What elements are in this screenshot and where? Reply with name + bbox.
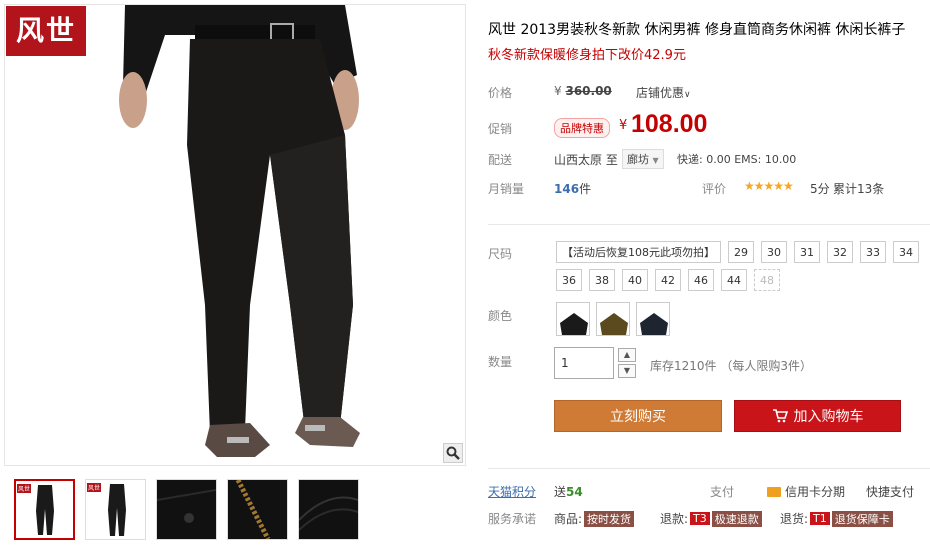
add-to-cart-label: 加入购物车 [793,409,864,425]
size-option[interactable]: 29 [728,241,754,263]
points-prefix: 送 [554,485,567,499]
review-count-link[interactable]: 累计13条 [833,180,884,197]
sales-unit: 件 [579,182,592,196]
quantity-decrease-button[interactable]: ▼ [618,364,636,378]
size-option[interactable]: 42 [655,269,681,291]
service-return-label: 退货: [780,512,809,526]
sales-label: 月销量 [488,182,525,196]
price-label: 价格 [488,86,513,100]
shop-promo-dropdown[interactable]: 店铺优惠∨ [636,84,691,101]
service-refund-tag: 极速退款 [711,510,762,527]
size-option[interactable]: 36 [556,269,582,291]
size-options-row2: 36 38 40 42 46 44 48 [556,269,780,291]
points-value: 送54 [554,483,583,500]
service-return-tag: 退货保障卡 [831,510,893,527]
payment-label: 支付 [710,485,735,499]
divider [488,224,930,225]
size-option[interactable]: 30 [761,241,787,263]
fast-pay[interactable]: 快捷支付 [866,483,914,500]
thumbnail-4[interactable] [227,479,288,540]
shipping-fee: 快递: 0.00 EMS: 10.00 [677,153,797,166]
thumbnail-strip: 风世 风世 [14,479,359,540]
divider [488,468,930,469]
promo-price: 108.00 [631,110,708,138]
product-subtitle: 秋冬新款保暖修身拍下改价42.9元 [488,48,686,63]
tmall-points-link[interactable]: 天猫积分 [488,483,536,500]
points-amount: 54 [566,485,583,499]
size-option[interactable]: 32 [827,241,853,263]
size-option[interactable]: 44 [721,269,747,291]
service-refund-code: T3 [690,512,710,525]
product-gallery: 风世 风世 风世 [0,0,470,551]
size-option[interactable]: 33 [860,241,886,263]
thumbnail-logo: 风世 [87,483,102,492]
thumbnail-3[interactable] [156,479,217,540]
sales-count: 146 [554,182,580,196]
brand-logo: 风世 [6,6,86,56]
thumbnail-2[interactable]: 风世 [85,479,146,540]
pants-image [119,5,360,457]
credit-card-label: 信用卡分期 [785,485,846,499]
size-option-note[interactable]: 【活动后恢复108元此项勿拍】 [556,241,721,263]
original-price: ¥ 360.00 [554,84,612,98]
add-to-cart-button[interactable]: 加入购物车 [734,400,901,432]
size-option[interactable]: 46 [688,269,714,291]
caret-down-icon: ▼ [652,156,659,165]
ship-to-word: 至 [605,153,618,167]
buy-now-button[interactable]: 立刻购买 [554,400,722,432]
service-goods-label: 商品: [554,512,583,526]
cart-icon [772,409,788,423]
original-price-symbol: ¥ [554,84,562,98]
magnifier-icon [446,446,460,460]
promo-badge: 品牌特惠 [554,118,610,138]
zoom-button[interactable] [443,443,463,463]
product-info: 风世 2013男装秋冬新款 休闲男裤 修身直筒商务休闲裤 休闲长裤子 秋冬新款保… [488,0,930,551]
size-option[interactable]: 34 [893,241,919,263]
ship-to-city: 廊坊 [627,153,649,166]
service-return-code: T1 [810,512,830,525]
thumbnail-5[interactable] [298,479,359,540]
service-goods-tag: 按时发货 [584,510,635,527]
monthly-sales: 146件 [554,180,591,197]
promo-price-symbol: ¥ [619,118,628,133]
thumbnail-1[interactable]: 风世 [14,479,75,540]
quantity-input[interactable]: 1 [554,347,614,379]
color-swatch-navy[interactable] [636,302,670,336]
color-label: 颜色 [488,309,513,323]
ship-from-city: 山西太原 [554,153,603,167]
service-refund[interactable]: 退款: T3 极速退款 [660,510,762,527]
size-options-row1: 【活动后恢复108元此项勿拍】 29 30 31 32 33 34 [556,241,919,263]
credit-card-installment[interactable]: 信用卡分期 [767,483,845,500]
credit-card-icon [767,486,781,497]
size-option-disabled: 48 [754,269,780,291]
size-option[interactable]: 31 [794,241,820,263]
stock-info: 库存1210件 （每人限购3件） [650,359,812,373]
rating-score: 5分 [810,182,830,196]
size-option[interactable]: 40 [622,269,648,291]
quantity-label: 数量 [488,355,513,369]
product-title: 风世 2013男装秋冬新款 休闲男裤 修身直筒商务休闲裤 休闲长裤子 [488,22,906,38]
chevron-down-icon: ∨ [684,90,691,100]
shop-promo-label: 店铺优惠 [636,86,685,100]
quantity-increase-button[interactable]: ▲ [618,348,636,362]
size-label: 尺码 [488,247,513,261]
rating-stars-icon: ★★★★★ [744,179,794,193]
original-price-value: 360.00 [565,84,612,98]
ship-from: 山西太原 至 [554,151,618,168]
size-option[interactable]: 38 [589,269,615,291]
service-promise-label: 服务承诺 [488,512,537,526]
thumbnail-logo: 风世 [17,484,32,493]
service-refund-label: 退款: [660,512,689,526]
service-return[interactable]: 退货: T1 退货保障卡 [780,510,893,527]
shipping-label: 配送 [488,153,513,167]
rating-label: 评价 [702,182,727,196]
color-swatch-brown[interactable] [596,302,630,336]
color-swatch-black[interactable] [556,302,590,336]
service-goods[interactable]: 商品: 按时发货 [554,510,635,527]
ship-to-select[interactable]: 廊坊 ▼ [622,149,664,169]
color-options [556,302,670,336]
promo-label: 促销 [488,122,513,136]
main-product-image[interactable] [4,4,466,466]
